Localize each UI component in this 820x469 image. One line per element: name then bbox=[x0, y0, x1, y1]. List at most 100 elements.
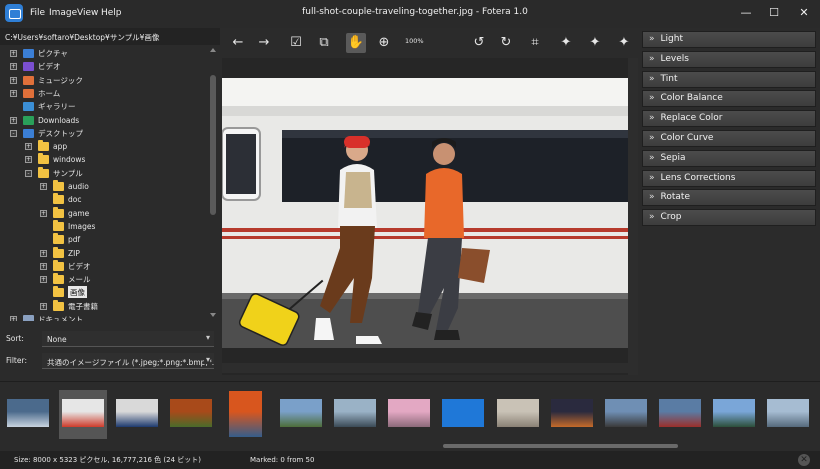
tree-expander-icon[interactable]: + bbox=[40, 209, 47, 217]
thumb-sand[interactable] bbox=[497, 399, 539, 427]
rotate-right-icon[interactable]: ↻ bbox=[496, 33, 516, 53]
magic-wand-2-icon[interactable]: ✦ bbox=[585, 33, 605, 53]
tree-item[interactable]: + ZIP bbox=[0, 246, 207, 260]
adjustment-sepia[interactable]: » Sepia bbox=[642, 149, 816, 167]
tree-expander-icon[interactable]: + bbox=[40, 183, 47, 190]
tree-expander-icon[interactable]: + bbox=[40, 302, 47, 310]
close-icon[interactable]: ✕ bbox=[796, 5, 812, 21]
thumb-sunset[interactable] bbox=[551, 399, 593, 427]
thumb-autumn-tree[interactable] bbox=[170, 399, 212, 427]
tree-item[interactable]: - デスクトップ bbox=[0, 127, 207, 140]
adjustment-color-curve[interactable]: » Color Curve bbox=[642, 130, 816, 147]
thumb-skyline[interactable] bbox=[7, 399, 49, 427]
tree-expander-icon[interactable]: + bbox=[10, 63, 17, 71]
thumbnail-strip[interactable] bbox=[0, 381, 820, 451]
maximize-icon[interactable]: ☐ bbox=[766, 5, 782, 21]
thumb-street[interactable] bbox=[605, 399, 647, 427]
folder-icon bbox=[38, 166, 49, 178]
tree-expander-icon[interactable]: + bbox=[40, 249, 47, 257]
status-close-icon[interactable]: ✕ bbox=[798, 454, 810, 466]
thumb-cherry-blossom[interactable] bbox=[388, 399, 430, 427]
tree-scrollbar[interactable] bbox=[207, 45, 220, 321]
tree-item[interactable]: + audio bbox=[0, 180, 207, 193]
back-arrow-icon[interactable]: ← bbox=[228, 33, 248, 53]
tree-expander-icon[interactable]: + bbox=[10, 89, 17, 97]
tree-item[interactable]: + ホーム bbox=[0, 87, 207, 100]
thumb-sign[interactable] bbox=[713, 399, 755, 427]
tree-item-label: ホーム bbox=[38, 88, 61, 98]
tree-item[interactable]: + app bbox=[0, 140, 207, 153]
tree-item[interactable]: doc bbox=[0, 193, 207, 206]
folder-icon bbox=[38, 140, 49, 152]
zoom-level[interactable]: 100% bbox=[405, 37, 424, 45]
magic-wand-1-icon[interactable]: ✦ bbox=[556, 33, 576, 53]
tree-item[interactable]: Images bbox=[0, 219, 207, 233]
folder-tree[interactable]: + ピクチャ + ビデオ + ミュージック + ホーム ギャラリー + Downloads - デスクト… bbox=[0, 45, 207, 321]
viewer-horizontal-scrollbar[interactable] bbox=[222, 363, 628, 373]
check-icon[interactable]: ☑ bbox=[286, 33, 306, 53]
thumb-man-portrait[interactable] bbox=[116, 399, 158, 427]
adjustment-replace-color[interactable]: » Replace Color bbox=[642, 110, 816, 128]
tree-item[interactable]: + windows bbox=[0, 153, 207, 166]
tree-expander-icon[interactable]: + bbox=[10, 316, 17, 321]
chevron-right-icon: » bbox=[649, 212, 655, 223]
thumbnail-scrollbar[interactable] bbox=[0, 442, 820, 450]
rotate-left-icon[interactable]: ↺ bbox=[469, 33, 489, 53]
tree-item[interactable]: + ピクチャ bbox=[0, 47, 207, 60]
adjustment-light[interactable]: » Light bbox=[642, 31, 816, 48]
zoom-icon[interactable]: ⊕ bbox=[374, 33, 394, 53]
viewer-vertical-scrollbar[interactable] bbox=[628, 58, 638, 375]
thumb-landscape[interactable] bbox=[280, 399, 322, 427]
tree-expander-icon[interactable]: - bbox=[25, 169, 32, 177]
tree-expander-icon[interactable]: + bbox=[25, 143, 32, 151]
magic-wand-3-icon[interactable]: ✦ bbox=[614, 33, 634, 53]
thumb-building[interactable] bbox=[334, 399, 376, 427]
adjustment-label: Color Balance bbox=[660, 93, 723, 104]
adjustment-crop[interactable]: » Crop bbox=[642, 209, 816, 227]
tree-item[interactable]: + ミュージック bbox=[0, 74, 207, 87]
menu-file[interactable]: File bbox=[30, 8, 45, 18]
thumb-river[interactable] bbox=[767, 399, 809, 427]
tree-expander-icon[interactable]: + bbox=[10, 50, 17, 57]
tree-item[interactable]: + メール bbox=[0, 273, 207, 286]
tree-item[interactable]: + ドキュメント bbox=[0, 313, 207, 321]
menu-image[interactable]: Image bbox=[49, 8, 77, 18]
menu-help[interactable]: Help bbox=[101, 8, 122, 18]
thumb-temple[interactable] bbox=[659, 399, 701, 427]
tree-expander-icon[interactable]: + bbox=[10, 116, 17, 124]
crop-icon[interactable]: ⌗ bbox=[525, 33, 545, 53]
tree-expander-icon[interactable]: + bbox=[25, 156, 32, 164]
minimize-icon[interactable]: — bbox=[738, 5, 754, 21]
tree-item[interactable]: + Downloads bbox=[0, 114, 207, 127]
tree-item[interactable]: + ビデオ bbox=[0, 60, 207, 73]
forward-arrow-icon[interactable]: → bbox=[254, 33, 274, 53]
tree-expander-icon[interactable]: + bbox=[40, 262, 47, 270]
thumb-maple[interactable] bbox=[229, 391, 262, 437]
adjustment-tint[interactable]: » Tint bbox=[642, 70, 816, 88]
adjustment-label: Light bbox=[660, 34, 683, 44]
menu-view[interactable]: View bbox=[77, 8, 98, 18]
image-viewer[interactable] bbox=[222, 58, 638, 375]
tree-item-label: 画像 bbox=[68, 286, 87, 299]
tree-item[interactable]: + game bbox=[0, 206, 207, 220]
thumb-couple-train[interactable] bbox=[62, 399, 104, 427]
tree-item[interactable]: pdf bbox=[0, 233, 207, 246]
tree-item[interactable]: 画像 bbox=[0, 286, 207, 299]
adjustment-color-balance[interactable]: » Color Balance bbox=[642, 90, 816, 108]
tree-expander-icon[interactable]: - bbox=[10, 129, 17, 137]
filter-select[interactable]: 共通のイメージファイル (*.jpeg;*.png;*.bmp;*.ti bbox=[42, 353, 214, 369]
tree-expander-icon[interactable]: + bbox=[10, 76, 17, 84]
check-all-icon[interactable]: ⧉ bbox=[314, 33, 334, 53]
sort-select[interactable]: None bbox=[42, 331, 214, 347]
adjustment-levels[interactable]: » Levels bbox=[642, 50, 816, 68]
hand-pan-icon[interactable]: ✋ bbox=[346, 33, 366, 53]
chevron-right-icon: » bbox=[649, 192, 655, 203]
adjustment-lens-corrections[interactable]: » Lens Corrections bbox=[642, 169, 816, 187]
adjustment-rotate[interactable]: » Rotate bbox=[642, 189, 816, 207]
tree-item[interactable]: ギャラリー bbox=[0, 100, 207, 113]
thumb-blue[interactable] bbox=[442, 399, 484, 427]
tree-item[interactable]: + ビデオ bbox=[0, 259, 207, 273]
tree-item[interactable]: - サンプル bbox=[0, 166, 207, 180]
tree-expander-icon[interactable]: + bbox=[40, 276, 47, 284]
tree-item[interactable]: + 電子書籍 bbox=[0, 299, 207, 313]
